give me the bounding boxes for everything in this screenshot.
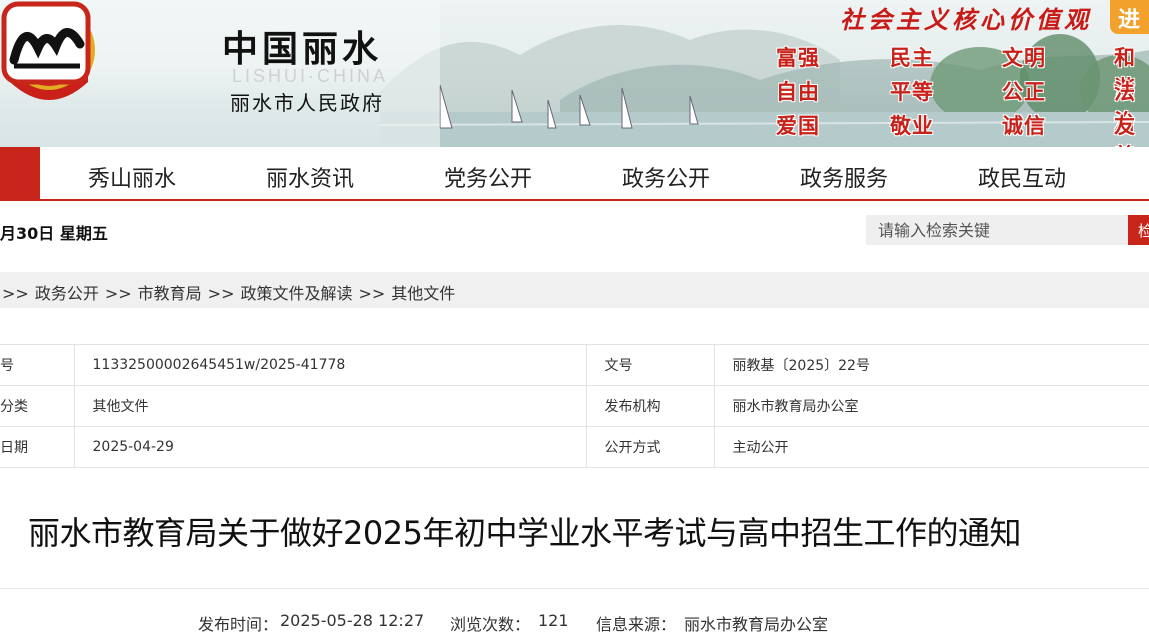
breadcrumb-education-bureau[interactable]: 市教育局: [138, 284, 202, 303]
breadcrumb-government-affairs[interactable]: 政务公开: [35, 284, 99, 303]
core-value-12: 友善: [1114, 114, 1136, 147]
lishui-logo-icon: [1, 1, 91, 85]
info-value-disclosure: 主动公开: [713, 426, 1149, 468]
table-row: 日期 2025-04-29 公开方式 主动公开: [0, 426, 1149, 468]
nav-item-xiushan-lishui[interactable]: 秀山丽水: [88, 161, 176, 193]
breadcrumb-separator: >>: [104, 284, 132, 303]
site-title-en: LISHUI·CHINA: [232, 66, 389, 86]
nav-home-marker[interactable]: [0, 147, 40, 201]
core-value-3: 文明: [1002, 46, 1046, 70]
breadcrumb-separator: >>: [2, 284, 29, 303]
search-input[interactable]: [866, 215, 1128, 245]
info-label-doc-number: 文号: [585, 344, 714, 386]
core-value-9: 爱国: [776, 114, 820, 138]
document-info-table: 号 11332500002645451w/2025-41778 文号 丽教基〔2…: [0, 344, 1149, 468]
enter-button[interactable]: 进: [1110, 0, 1149, 34]
breadcrumb-policy-documents[interactable]: 政策文件及解读: [240, 284, 352, 303]
search-button[interactable]: 检: [1128, 215, 1149, 245]
nav-item-lishui-news[interactable]: 丽水资讯: [266, 161, 354, 193]
article-title: 丽水市教育局关于做好2025年初中学业水平考试与高中招生工作的通知: [28, 514, 1021, 552]
info-label-publisher: 发布机构: [585, 385, 714, 427]
core-value-7: 公正: [1002, 80, 1046, 104]
site-subtitle: 丽水市人民政府: [230, 91, 384, 115]
table-row: 分类 其他文件 发布机构 丽水市教育局办公室: [0, 385, 1149, 427]
info-label-disclosure: 公开方式: [585, 426, 714, 468]
nav-item-party-affairs[interactable]: 党务公开: [444, 161, 532, 193]
info-label-category: 分类: [0, 385, 74, 427]
info-label-date: 日期: [0, 426, 74, 468]
breadcrumb-other-documents[interactable]: 其他文件: [391, 284, 455, 303]
publish-time-label: 发布时间：: [198, 615, 279, 634]
info-value-publisher: 丽水市教育局办公室: [713, 385, 1149, 427]
core-value-1: 富强: [776, 46, 820, 70]
core-value-5: 自由: [776, 80, 820, 104]
views-label: 浏览次数：: [450, 615, 531, 634]
source-value: 丽水市教育局办公室: [684, 615, 829, 634]
info-value-index: 11332500002645451w/2025-41778: [73, 344, 586, 386]
table-row: 号 11332500002645451w/2025-41778 文号 丽教基〔2…: [0, 344, 1149, 386]
core-values-title: 社会主义核心价值观: [840, 5, 1092, 34]
current-date: 月30日 星期五: [0, 224, 108, 243]
nav-item-government-affairs[interactable]: 政务公开: [622, 161, 710, 193]
info-value-date: 2025-04-29: [73, 426, 586, 468]
title-divider: [0, 588, 1149, 589]
publish-time-value: 2025-05-28 12:27: [280, 611, 425, 630]
nav-item-government-services[interactable]: 政务服务: [800, 161, 888, 193]
main-nav: 秀山丽水 丽水资讯 党务公开 政务公开 政务服务 政民互动: [0, 147, 1149, 201]
info-label-index: 号: [0, 344, 74, 386]
core-value-10: 敬业: [890, 114, 934, 138]
breadcrumb-separator: >>: [207, 284, 235, 303]
source-label: 信息来源：: [596, 615, 677, 634]
breadcrumb-separator: >>: [358, 284, 386, 303]
nav-item-interaction[interactable]: 政民互动: [978, 161, 1066, 193]
site-banner: 中国丽水 LISHUI·CHINA 丽水市人民政府 社会主义核心价值观 进 富强…: [0, 0, 1149, 147]
breadcrumb: >> 政务公开 >> 市教育局 >> 政策文件及解读 >> 其他文件: [0, 272, 1149, 308]
core-value-11: 诚信: [1002, 114, 1046, 138]
core-value-2: 民主: [890, 46, 934, 70]
info-value-category: 其他文件: [73, 385, 586, 427]
views-count: 121: [538, 611, 569, 630]
info-value-doc-number: 丽教基〔2025〕22号: [713, 344, 1149, 386]
core-value-6: 平等: [890, 80, 934, 104]
site-title: 中国丽水: [222, 29, 383, 70]
